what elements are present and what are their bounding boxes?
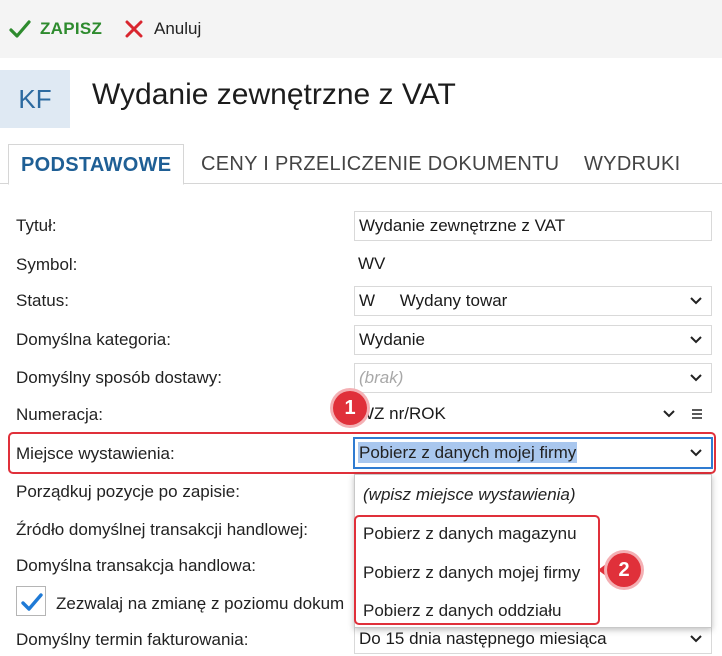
- save-button[interactable]: ZAPISZ: [8, 16, 102, 42]
- delivery-placeholder: (brak): [359, 368, 404, 387]
- allow-change-label: Zezwalaj na zmianę z poziomu dokum: [56, 594, 345, 613]
- numbering-label: Numeracja:: [16, 405, 103, 424]
- tab-podstawowe[interactable]: PODSTAWOWE: [8, 144, 185, 185]
- title-input[interactable]: Wydanie zewnętrzne z VAT: [354, 211, 712, 241]
- symbol-label: Symbol:: [16, 255, 78, 274]
- tab-ceny-i-przeliczenie[interactable]: CENY I PRZELICZENIE DOKUMENTU: [201, 144, 559, 184]
- close-icon: [125, 20, 143, 38]
- toolbar: ZAPISZ Anuluj: [0, 0, 722, 58]
- chevron-down-icon: [663, 410, 675, 418]
- transaction-label: Domyślna transakcja handlowa:: [16, 556, 257, 575]
- tab-bar: PODSTAWOWE CENY I PRZELICZENIE DOKUMENTU…: [0, 144, 722, 185]
- chevron-down-icon: [690, 449, 702, 457]
- page-title: Wydanie zewnętrzne z VAT: [92, 78, 456, 111]
- save-label: ZAPISZ: [40, 19, 103, 38]
- checkmark-icon: [9, 20, 31, 38]
- delivery-label: Domyślny sposób dostawy:: [16, 368, 222, 387]
- invoice-term-select[interactable]: Do 15 dnia następnego miesiąca: [354, 624, 712, 654]
- status-label: Status:: [16, 291, 69, 310]
- checkmark-icon: [21, 593, 43, 611]
- dropdown-placeholder[interactable]: (wpisz miejsce wystawienia): [363, 485, 576, 505]
- tab-wydruki[interactable]: WYDRUKI: [584, 144, 681, 184]
- marker-arrow: [598, 564, 606, 576]
- chevron-down-icon: [690, 374, 702, 382]
- chevron-down-icon: [690, 336, 702, 344]
- invoice-term-value: Do 15 dnia następnego miesiąca: [359, 629, 607, 648]
- invoice-term-label: Domyślny termin fakturowania:: [16, 630, 249, 649]
- place-select[interactable]: Pobierz z danych mojej firmy: [353, 437, 713, 469]
- numbering-select[interactable]: WZ nr/ROK: [354, 400, 712, 430]
- symbol-value: WV: [354, 250, 712, 280]
- step-marker-1: 1: [333, 391, 367, 425]
- menu-icon[interactable]: [690, 407, 704, 421]
- step-marker-2: 2: [607, 553, 641, 587]
- category-select[interactable]: Wydanie: [354, 325, 712, 355]
- place-label: Miejsce wystawienia:: [16, 444, 175, 463]
- place-value: Pobierz z danych mojej firmy: [358, 442, 578, 463]
- status-code: W: [359, 291, 376, 310]
- cancel-button[interactable]: Anuluj: [122, 16, 201, 42]
- cancel-label: Anuluj: [154, 19, 202, 38]
- status-select[interactable]: W Wydany towar: [354, 286, 712, 316]
- sort-label: Porządkuj pozycje po zapisie:: [16, 482, 240, 501]
- chevron-down-icon: [690, 297, 702, 305]
- options-highlight: [354, 515, 600, 625]
- category-label: Domyślna kategoria:: [16, 330, 171, 349]
- category-value: Wydanie: [359, 330, 425, 349]
- document-type-badge: KF: [0, 70, 70, 128]
- delivery-select[interactable]: (brak): [354, 363, 712, 393]
- title-label: Tytuł:: [16, 216, 57, 235]
- chevron-down-icon: [690, 635, 702, 643]
- numbering-value: WZ nr/ROK: [358, 404, 446, 423]
- status-value: Wydany towar: [399, 291, 508, 310]
- transaction-source-label: Źródło domyślnej transakcji handlowej:: [16, 520, 308, 539]
- allow-change-checkbox[interactable]: [16, 586, 46, 616]
